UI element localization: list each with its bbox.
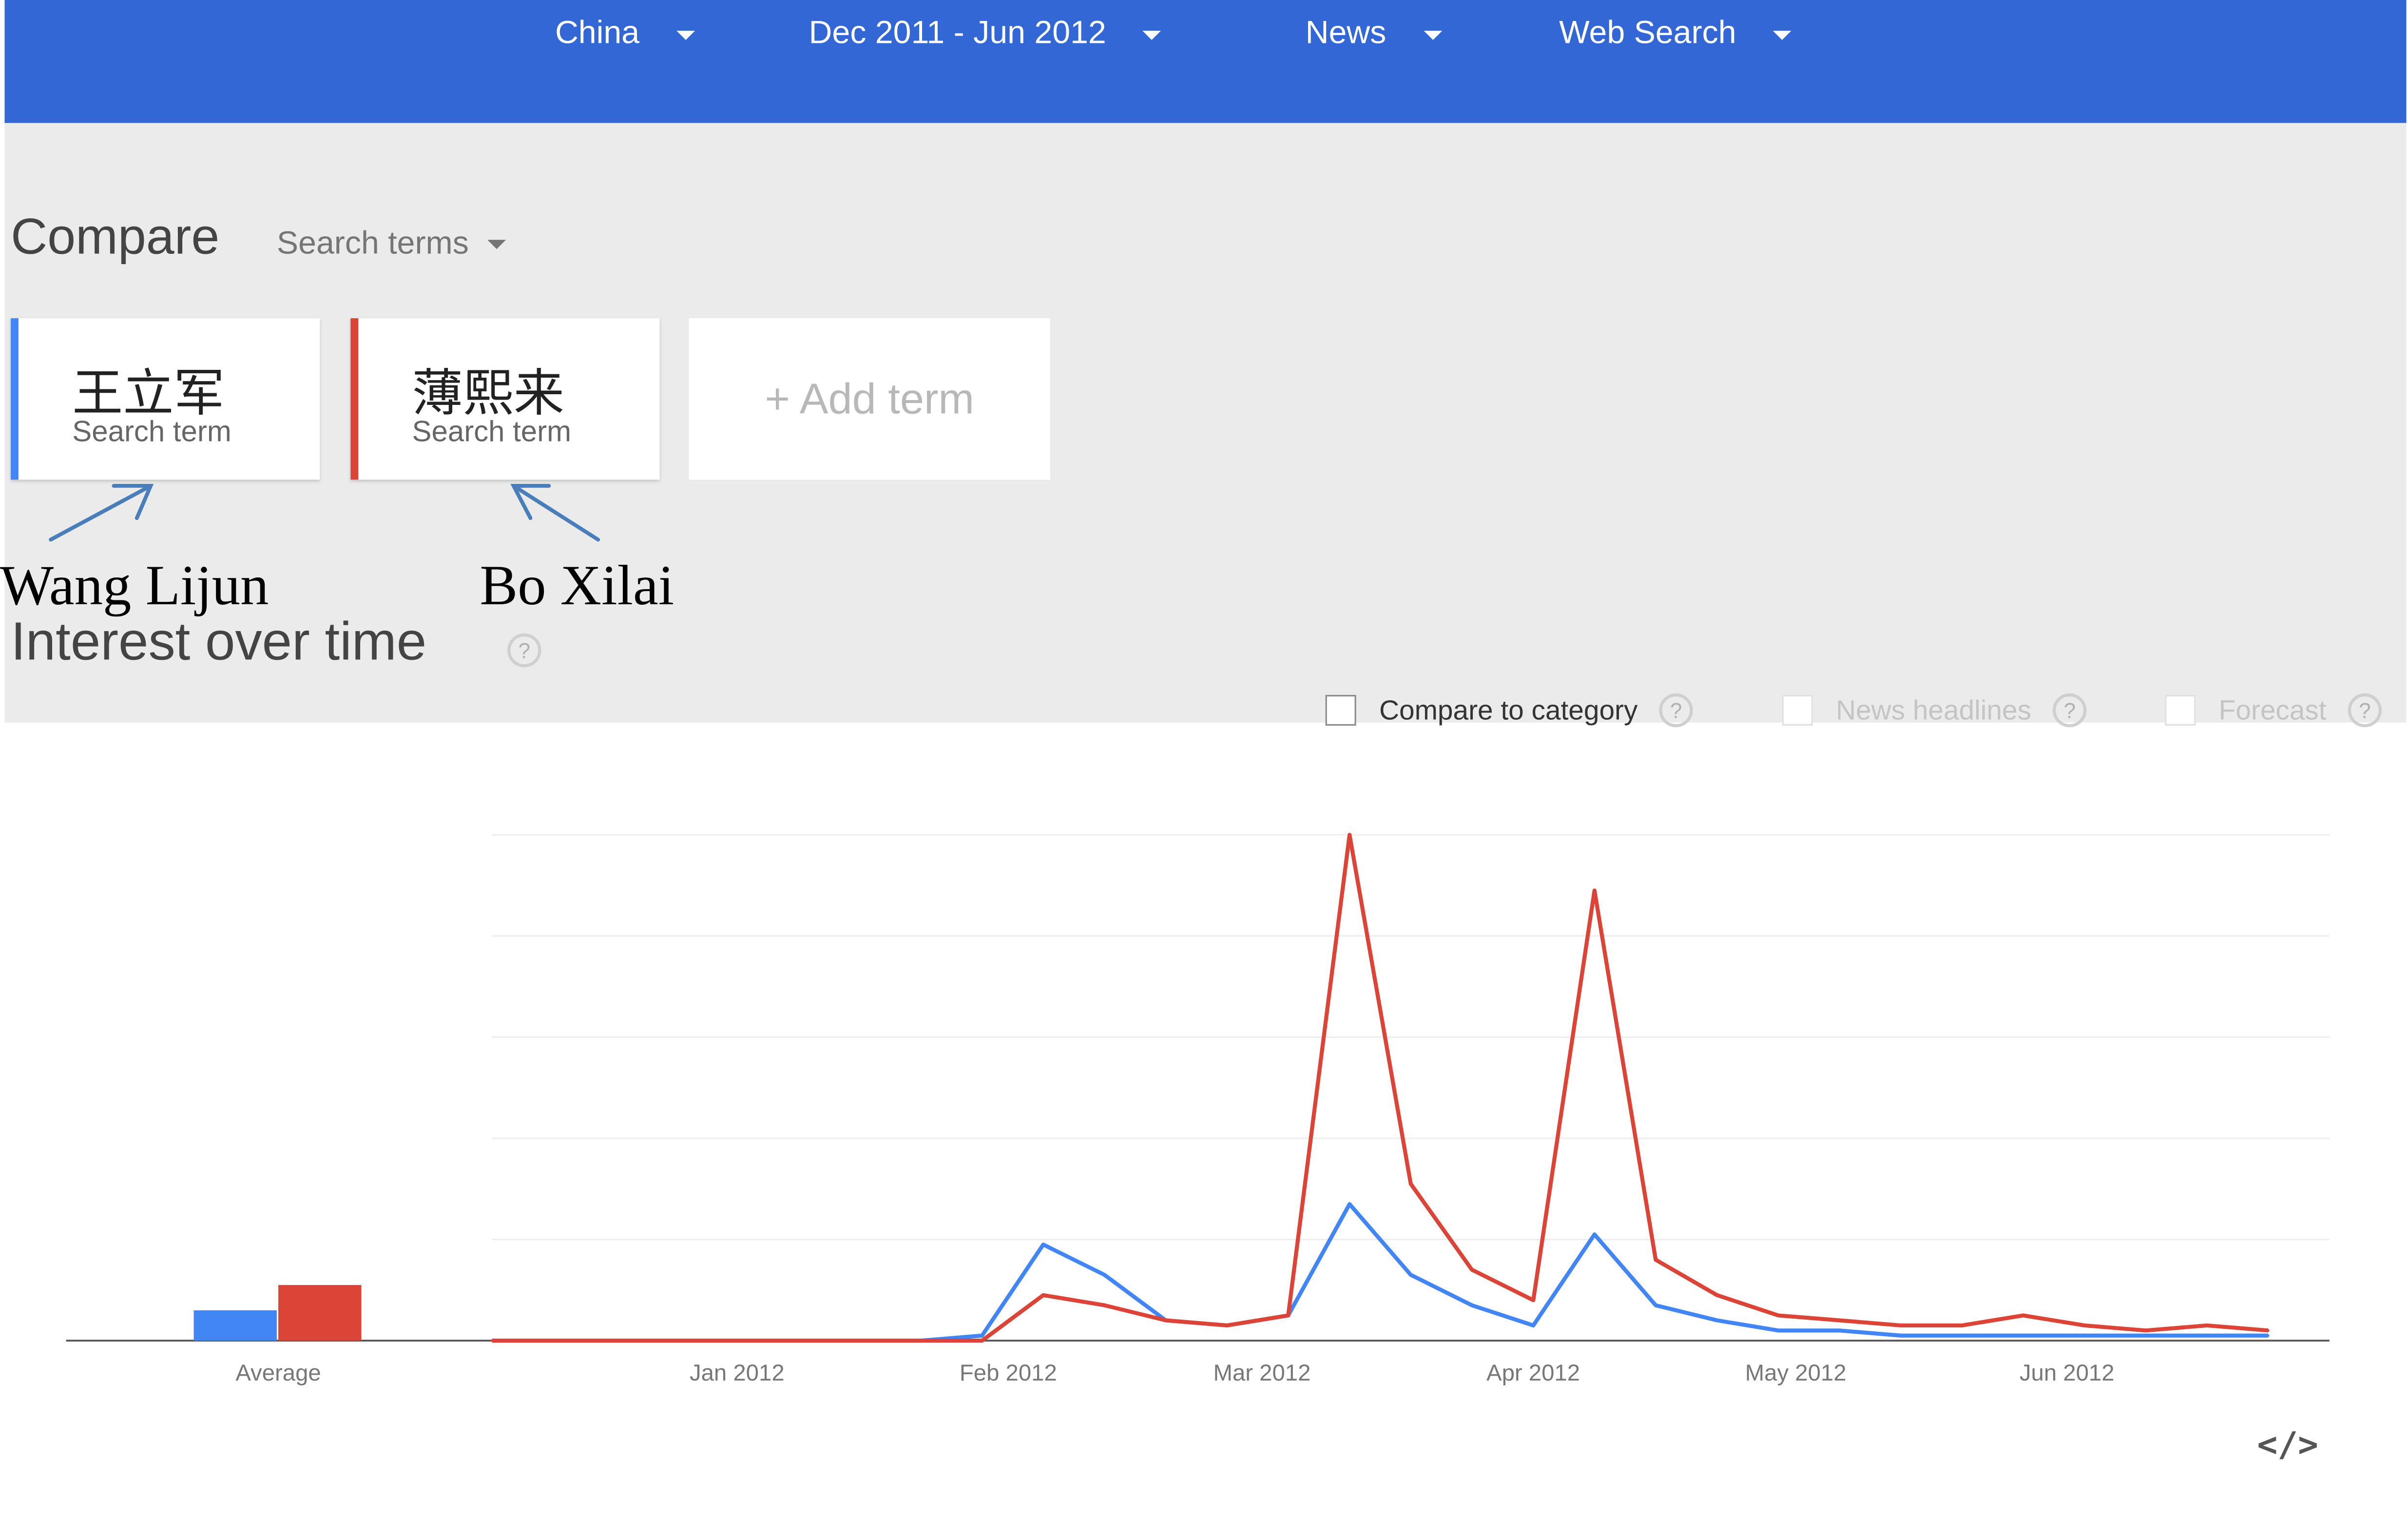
- annotation-bo-xilai: Bo Xilai: [480, 555, 674, 618]
- news-headlines-checkbox: [1782, 695, 1813, 726]
- x-tick-label: Feb 2012: [960, 1360, 1057, 1386]
- data-point: [1654, 1304, 1657, 1307]
- news-headlines-label: News headlines: [1836, 694, 2032, 725]
- arrow-icon: [49, 484, 153, 542]
- data-point: [2144, 1334, 2147, 1337]
- data-point: [674, 1339, 677, 1342]
- data-point: [552, 1339, 555, 1342]
- x-tick-label: Mar 2012: [1214, 1360, 1311, 1386]
- x-tick-label: Apr 2012: [1486, 1360, 1580, 1386]
- data-point: [1593, 889, 1596, 892]
- data-point: [2022, 1314, 2024, 1317]
- data-point: [1838, 1329, 1841, 1332]
- data-point: [981, 1339, 983, 1342]
- average-label: Average: [235, 1360, 321, 1386]
- x-tick-label: Jun 2012: [2020, 1360, 2115, 1386]
- average-bar: [193, 1310, 277, 1341]
- data-point: [2022, 1334, 2024, 1337]
- data-point: [2083, 1324, 2086, 1327]
- forecast-checkbox: [2165, 695, 2196, 726]
- data-point: [2267, 1334, 2270, 1337]
- data-point: [2083, 1334, 2086, 1337]
- average-bar: [278, 1285, 362, 1341]
- data-point: [1777, 1314, 1780, 1317]
- interest-chart: Average Jan 2012 Feb 2012 Mar 2012 Apr 2012 M…: [66, 833, 2330, 1386]
- data-point: [613, 1339, 616, 1342]
- embed-code-icon[interactable]: </>: [2257, 1427, 2318, 1465]
- data-point: [1715, 1319, 1718, 1322]
- data-point: [1961, 1334, 1964, 1337]
- help-icon[interactable]: ?: [2053, 693, 2087, 728]
- data-point: [919, 1339, 922, 1342]
- data-point: [1042, 1294, 1045, 1297]
- help-icon[interactable]: ?: [1659, 693, 1693, 728]
- data-point: [1164, 1319, 1167, 1322]
- trends-page: China Dec 2011 - Jun 2012 News Web Searc…: [0, 0, 2408, 1516]
- interest-over-time-title: Interest over time: [11, 612, 427, 672]
- data-point: [1409, 1273, 1412, 1276]
- x-tick-label: Jan 2012: [690, 1360, 785, 1386]
- data-point: [2205, 1324, 2209, 1327]
- data-point: [735, 1339, 738, 1342]
- compare-to-category-label: Compare to category: [1379, 694, 1638, 725]
- compare-to-category-option[interactable]: Compare to category ?: [1325, 693, 1693, 728]
- data-point: [1287, 1314, 1290, 1317]
- data-point: [1470, 1268, 1473, 1271]
- forecast-label: Forecast: [2218, 694, 2327, 725]
- annotation-arrows: [49, 484, 600, 542]
- data-point: [1103, 1273, 1106, 1276]
- data-point: [1226, 1324, 1229, 1327]
- help-icon[interactable]: ?: [507, 633, 541, 668]
- data-point: [2144, 1329, 2147, 1332]
- data-point: [858, 1339, 861, 1342]
- data-point: [1838, 1319, 1841, 1322]
- data-point: [2205, 1334, 2209, 1337]
- x-tick-label: May 2012: [1745, 1360, 1847, 1386]
- data-point: [1715, 1294, 1718, 1297]
- news-headlines-option: News headlines ?: [1782, 693, 2087, 728]
- data-point: [981, 1334, 983, 1337]
- data-point: [1593, 1233, 1596, 1236]
- data-point: [1103, 1304, 1106, 1307]
- compare-to-category-checkbox[interactable]: [1325, 695, 1356, 726]
- data-point: [1532, 1299, 1535, 1302]
- data-point: [1654, 1258, 1657, 1261]
- data-point: [1348, 833, 1351, 836]
- help-icon[interactable]: ?: [2348, 693, 2382, 728]
- data-point: [1532, 1324, 1535, 1327]
- chart-panel: Average Jan 2012 Feb 2012 Mar 2012 Apr 2012 M…: [7, 722, 2407, 1515]
- data-point: [1409, 1182, 1412, 1185]
- data-point: [1777, 1329, 1780, 1332]
- data-point: [1899, 1334, 1902, 1337]
- data-point: [1470, 1304, 1473, 1307]
- data-point: [2267, 1329, 2270, 1332]
- data-point: [1348, 1203, 1351, 1206]
- annotation-wang-lijun: Wang Lijun: [0, 555, 269, 618]
- forecast-option: Forecast ?: [2165, 693, 2382, 728]
- series-line-2: [492, 833, 2269, 1343]
- data-point: [491, 1339, 494, 1342]
- data-point: [797, 1339, 800, 1342]
- data-point: [1961, 1324, 1964, 1327]
- data-point: [1899, 1324, 1902, 1327]
- data-point: [1042, 1243, 1045, 1246]
